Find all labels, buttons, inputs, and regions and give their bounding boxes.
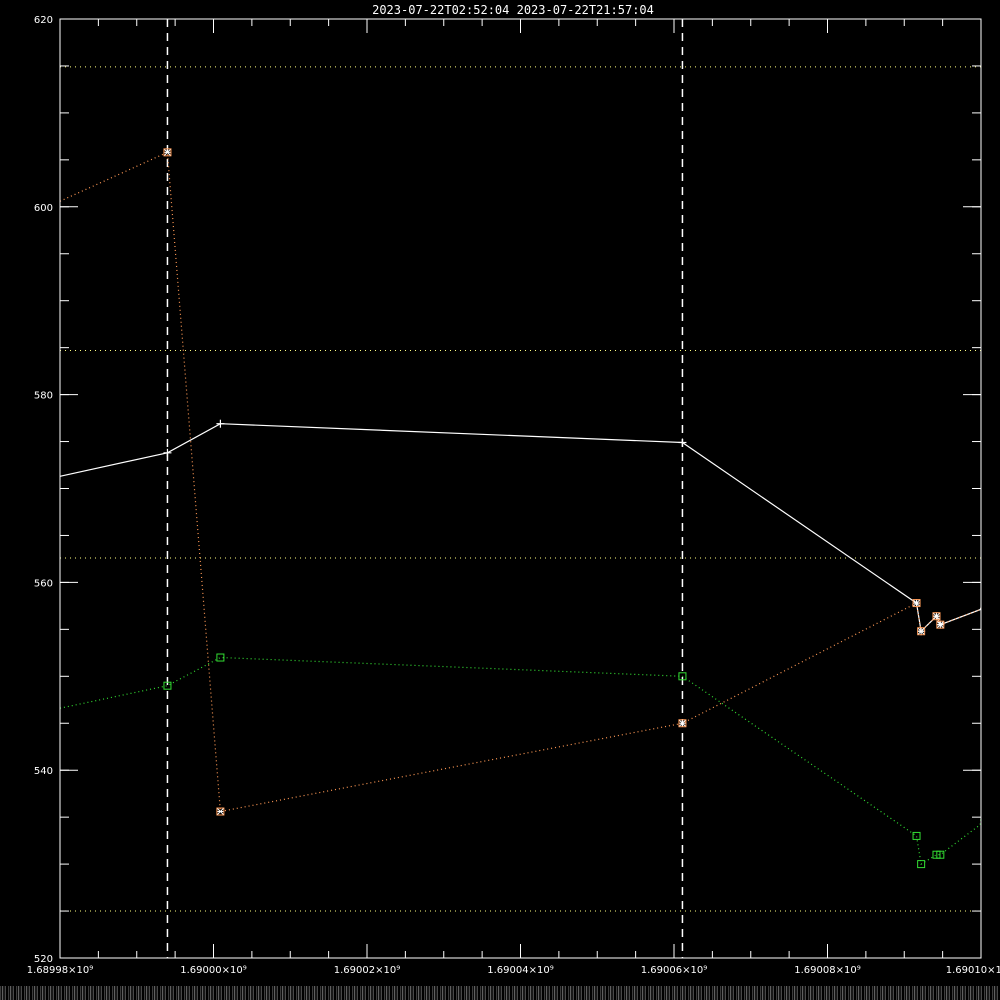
chart-title: 2023-07-22T02:52:04 2023-07-22T21:57:04 <box>372 3 654 17</box>
x-tick-label: 1.68998×10⁹ <box>27 965 93 976</box>
data-point <box>216 419 225 428</box>
y-tick-label: 620 <box>34 15 53 26</box>
series-1 <box>59 419 982 636</box>
y-tick-label: 520 <box>34 954 53 965</box>
y-tick-label: 560 <box>34 578 53 589</box>
x-tick-label: 1.69006×10⁹ <box>641 965 707 976</box>
chart: 2023-07-22T02:52:04 2023-07-22T21:57:04 … <box>27 3 1000 976</box>
x-tick-label: 1.69008×10⁹ <box>794 965 860 976</box>
series-line <box>59 151 982 813</box>
series-layer <box>59 148 982 869</box>
axis-ticks <box>59 18 982 959</box>
x-axis-tick-labels: 1.68998×10⁹ 1.69000×10⁹ 1.69002×10⁹ 1.69004… <box>27 965 1000 976</box>
series-3 <box>59 653 982 869</box>
y-tick-label: 580 <box>34 391 53 402</box>
plot-frame <box>59 18 982 959</box>
x-tick-label: 1.69010×10⁹ <box>946 965 1000 976</box>
grid <box>60 66 981 912</box>
y-tick-label: 540 <box>34 766 53 777</box>
time-marker-lines <box>166 19 684 958</box>
series-line <box>59 423 982 633</box>
data-point <box>163 448 172 457</box>
y-axis-tick-labels: 520 540 560 580 600 620 <box>34 15 53 965</box>
series-line <box>59 656 982 866</box>
x-tick-label: 1.69004×10⁹ <box>487 965 553 976</box>
noise-strip <box>0 986 1000 1000</box>
y-tick-label: 600 <box>34 203 53 214</box>
square-marker <box>912 831 921 840</box>
data-point <box>678 438 687 447</box>
data-point <box>912 831 921 840</box>
series-2 <box>59 148 982 816</box>
x-tick-label: 1.69000×10⁹ <box>180 965 246 976</box>
x-tick-label: 1.69002×10⁹ <box>334 965 400 976</box>
